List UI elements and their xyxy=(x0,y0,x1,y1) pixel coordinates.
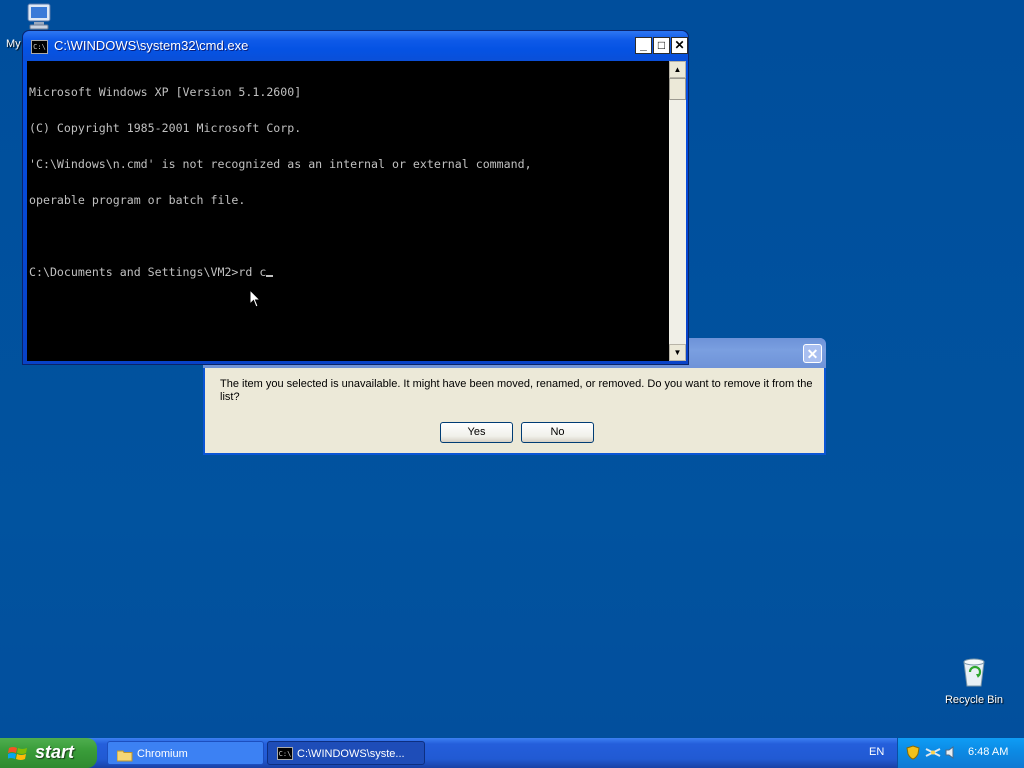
desktop: My Recycle Bin ✕ The item you selected i… xyxy=(0,0,1024,738)
console-line: (C) Copyright 1985-2001 Microsoft Corp. xyxy=(29,121,302,135)
scroll-up-button[interactable]: ▲ xyxy=(669,61,686,78)
dialog-message: The item you selected is unavailable. It… xyxy=(220,378,813,403)
security-shield-icon[interactable] xyxy=(906,745,920,760)
recycle-bin-icon xyxy=(959,656,989,688)
taskbar-item-chromium[interactable]: Chromium xyxy=(107,741,264,765)
maximize-button[interactable]: □ xyxy=(653,37,670,54)
close-icon: ✕ xyxy=(674,38,685,52)
taskbar-item-label: C:\WINDOWS\syste... xyxy=(297,748,405,760)
desktop-icon-label: Recycle Bin xyxy=(944,694,1004,706)
close-icon: ✕ xyxy=(806,346,819,362)
minimize-button[interactable]: _ xyxy=(635,37,652,54)
scroll-down-button[interactable]: ▼ xyxy=(669,344,686,361)
folder-icon xyxy=(116,747,133,762)
close-button[interactable]: ✕ xyxy=(671,37,688,54)
network-icon[interactable] xyxy=(925,745,941,760)
cmd-title-bar[interactable]: C:\ C:\WINDOWS\system32\cmd.exe _ □ ✕ xyxy=(23,31,688,61)
clock[interactable]: 6:48 AM xyxy=(968,746,1008,758)
console-line: Microsoft Windows XP [Version 5.1.2600] xyxy=(29,85,302,99)
scroll-thumb[interactable] xyxy=(669,78,686,100)
maximize-icon: □ xyxy=(657,38,666,52)
taskbar-item-cmd[interactable]: C:\ C:\WINDOWS\syste... xyxy=(267,741,425,765)
console-output[interactable]: Microsoft Windows XP [Version 5.1.2600] … xyxy=(27,61,669,361)
taskbar-item-label: Chromium xyxy=(137,748,188,760)
start-button[interactable]: start xyxy=(0,738,97,768)
desktop-icon-label: My xyxy=(6,38,21,50)
text-caret xyxy=(266,275,274,277)
start-label: start xyxy=(35,742,75,762)
console-line: operable program or batch file. xyxy=(29,193,246,207)
cmd-icon: C:\ xyxy=(277,747,293,760)
taskbar: start Chromium C:\ C:\WINDOWS\syste... E… xyxy=(0,738,1024,768)
dialog-close-button[interactable]: ✕ xyxy=(803,344,822,363)
vertical-scrollbar[interactable]: ▲ ▼ xyxy=(669,61,686,361)
console-prompt-line[interactable]: C:\Documents and Settings\VM2>rd c xyxy=(29,266,667,278)
volume-icon[interactable] xyxy=(944,745,958,760)
minimize-icon: _ xyxy=(640,38,647,52)
language-indicator[interactable]: EN xyxy=(869,746,884,758)
yes-button[interactable]: Yes xyxy=(440,422,513,443)
system-tray: 6:48 AM xyxy=(897,738,1024,768)
console-prompt: C:\Documents and Settings\VM2>rd c xyxy=(29,265,267,279)
my-computer-icon xyxy=(22,2,54,32)
console-line: 'C:\Windows\n.cmd' is not recognized as … xyxy=(29,157,532,171)
no-button[interactable]: No xyxy=(521,422,594,443)
cmd-window: C:\ C:\WINDOWS\system32\cmd.exe _ □ ✕ Mi… xyxy=(22,30,689,365)
mouse-pointer-icon xyxy=(249,288,262,314)
cmd-icon: C:\ xyxy=(31,40,48,54)
cmd-window-title: C:\WINDOWS\system32\cmd.exe xyxy=(54,38,249,53)
desktop-icon-recycle-bin[interactable]: Recycle Bin xyxy=(940,656,1008,706)
windows-logo-icon xyxy=(7,745,28,762)
